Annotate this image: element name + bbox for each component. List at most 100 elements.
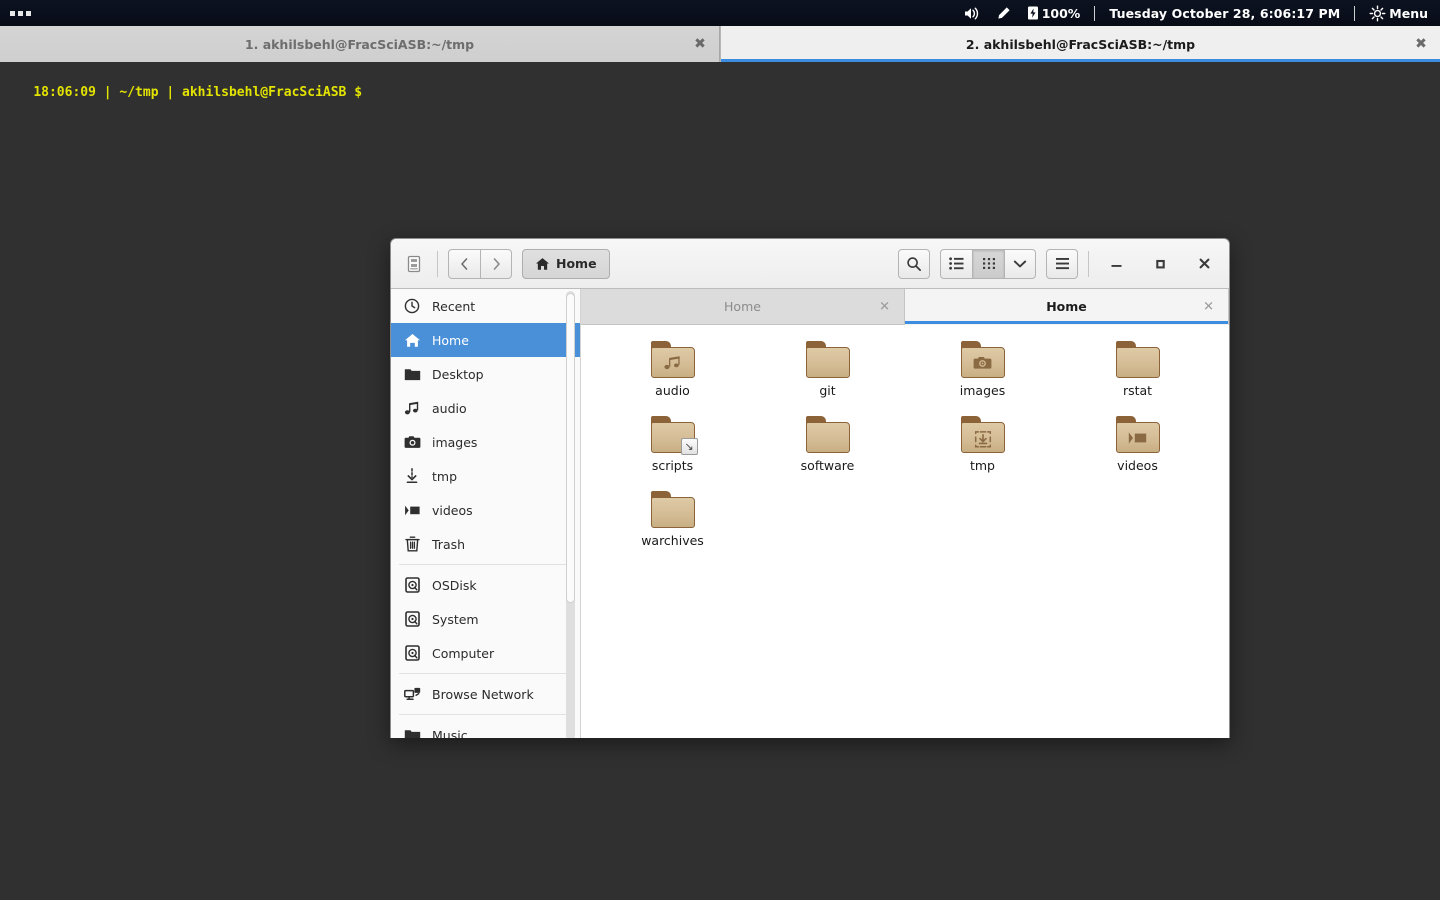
sidebar-item-label: OSDisk	[432, 577, 477, 593]
file-grid[interactable]: audio git images rstat ↘ scripts software tmp vi…	[581, 325, 1229, 738]
pen-icon[interactable]	[988, 0, 1019, 26]
chevron-left-icon	[461, 257, 468, 270]
download-icon	[403, 467, 421, 485]
file-item[interactable]: audio	[608, 341, 738, 416]
terminal-tabbar: 1. akhilsbehl@FracSciASB:~/tmp ✖ 2. akhi…	[0, 26, 1440, 62]
navigation-buttons	[448, 248, 512, 279]
download-emblem	[973, 431, 992, 448]
file-label: rstat	[1122, 383, 1153, 398]
tray-separator	[1354, 5, 1356, 21]
video-icon	[403, 501, 421, 519]
sidebar-item-desktop[interactable]: Desktop	[391, 357, 580, 391]
breadcrumb-home-button[interactable]: Home	[522, 248, 610, 279]
terminal-tab-1[interactable]: 1. akhilsbehl@FracSciASB:~/tmp ✖	[0, 26, 720, 62]
volume-icon[interactable]	[955, 0, 988, 26]
folder-icon	[403, 726, 421, 738]
folder-icon	[650, 341, 695, 379]
file-item[interactable]: warchives	[608, 491, 738, 566]
file-manager-headerbar: Home	[391, 239, 1229, 289]
close-icon[interactable]: ✖	[693, 37, 707, 51]
file-tab-2[interactable]: Home ✕	[905, 289, 1229, 325]
file-item[interactable]: rstat	[1073, 341, 1203, 416]
sidebar-item-system[interactable]: System	[391, 602, 580, 636]
sidebar-item-computer[interactable]: Computer	[391, 636, 580, 670]
file-label: git	[819, 383, 836, 398]
sidebar-item-label: images	[432, 434, 478, 450]
file-item[interactable]: git	[763, 341, 893, 416]
sidebar-item-images[interactable]: images	[391, 425, 580, 459]
file-item[interactable]: software	[763, 416, 893, 491]
music-icon	[403, 399, 421, 417]
close-icon[interactable]: ✖	[1414, 37, 1428, 51]
file-tab-1[interactable]: Home ✕	[581, 289, 905, 325]
network-icon	[403, 685, 421, 703]
close-icon[interactable]: ✕	[879, 300, 890, 313]
terminal-tab-label: 1. akhilsbehl@FracSciASB:~/tmp	[244, 36, 475, 52]
chevron-down-icon	[1013, 260, 1027, 267]
sidebar-item-videos[interactable]: videos	[391, 493, 580, 527]
sidebar-item-label: System	[432, 611, 479, 627]
terminal-output-area[interactable]: 18:06:09 | ~/tmp | akhilsbehl@FracSciASB…	[0, 62, 1440, 118]
three-dots-icon[interactable]	[10, 10, 31, 16]
sidebar-scrollbar-thumb[interactable]	[566, 293, 575, 603]
sidebar-item-label: Browse Network	[432, 686, 534, 702]
maximize-button[interactable]	[1143, 249, 1177, 279]
folder-icon	[650, 491, 695, 529]
file-label: scripts	[651, 458, 694, 473]
drive-icon	[403, 610, 421, 628]
grid-view-button[interactable]	[972, 248, 1004, 279]
grid-view-icon	[982, 258, 995, 269]
sidebar-scrollbar[interactable]	[566, 291, 575, 738]
sidebar-item-recent[interactable]: Recent	[391, 289, 580, 323]
menu-button[interactable]: Menu	[1361, 0, 1440, 26]
search-icon	[907, 256, 922, 271]
sidebar: Recent Home Desktop audio images tmp videos Tra…	[391, 289, 581, 738]
clock[interactable]: Tuesday October 28, 6:06:17 PM	[1101, 0, 1348, 26]
sidebar-item-audio[interactable]: audio	[391, 391, 580, 425]
sidebar-item-label: tmp	[432, 468, 458, 484]
home-icon	[535, 257, 550, 270]
sidebar-toggle-icon[interactable]	[401, 250, 427, 278]
sidebar-item-label: Music	[432, 727, 468, 739]
system-panel: 100% Tuesday October 28, 6:06:17 PM Menu	[0, 0, 1440, 26]
sidebar-item-tmp[interactable]: tmp	[391, 459, 580, 493]
folder-body	[650, 497, 695, 528]
file-item[interactable]: ↘ scripts	[608, 416, 738, 491]
sidebar-item-label: Trash	[432, 536, 466, 552]
forward-button[interactable]	[480, 248, 512, 279]
menu-button[interactable]	[1046, 248, 1078, 279]
tray-separator	[1094, 5, 1096, 21]
battery-percent: 100%	[1041, 5, 1081, 21]
sidebar-item-browse-network[interactable]: Browse Network	[391, 677, 580, 711]
file-item[interactable]: images	[918, 341, 1048, 416]
search-button[interactable]	[898, 248, 930, 279]
battery-icon[interactable]: 100%	[1019, 0, 1089, 26]
clock-icon	[403, 297, 421, 315]
view-options-button[interactable]	[1004, 248, 1036, 279]
toolbar-divider	[1088, 250, 1089, 277]
gear-icon	[1369, 5, 1386, 21]
sidebar-item-music[interactable]: Music	[391, 718, 580, 738]
close-button[interactable]	[1187, 249, 1221, 279]
folder-body	[805, 347, 850, 378]
sidebar-list: Recent Home Desktop audio images tmp videos Tra…	[391, 289, 580, 738]
file-item[interactable]: videos	[1073, 416, 1203, 491]
file-label: audio	[655, 383, 690, 398]
terminal-tab-2[interactable]: 2. akhilsbehl@FracSciASB:~/tmp ✖	[720, 26, 1440, 62]
close-icon[interactable]: ✕	[1203, 300, 1214, 313]
system-tray: 100% Tuesday October 28, 6:06:17 PM Menu	[955, 0, 1440, 26]
dot	[10, 10, 15, 16]
sidebar-item-home[interactable]: Home	[391, 323, 580, 357]
sidebar-item-osdisk[interactable]: OSDisk	[391, 568, 580, 602]
breadcrumb-home-label: Home	[556, 256, 597, 271]
sidebar-item-trash[interactable]: Trash	[391, 527, 580, 561]
back-button[interactable]	[448, 248, 480, 279]
file-label: software	[800, 458, 855, 473]
camera-icon	[403, 433, 421, 451]
sidebar-item-label: Desktop	[432, 366, 484, 382]
sidebar-item-label: Recent	[432, 298, 476, 314]
minimize-button[interactable]	[1099, 249, 1133, 279]
folder-icon	[403, 365, 421, 383]
file-item[interactable]: tmp	[918, 416, 1048, 491]
list-view-button[interactable]	[940, 248, 972, 279]
